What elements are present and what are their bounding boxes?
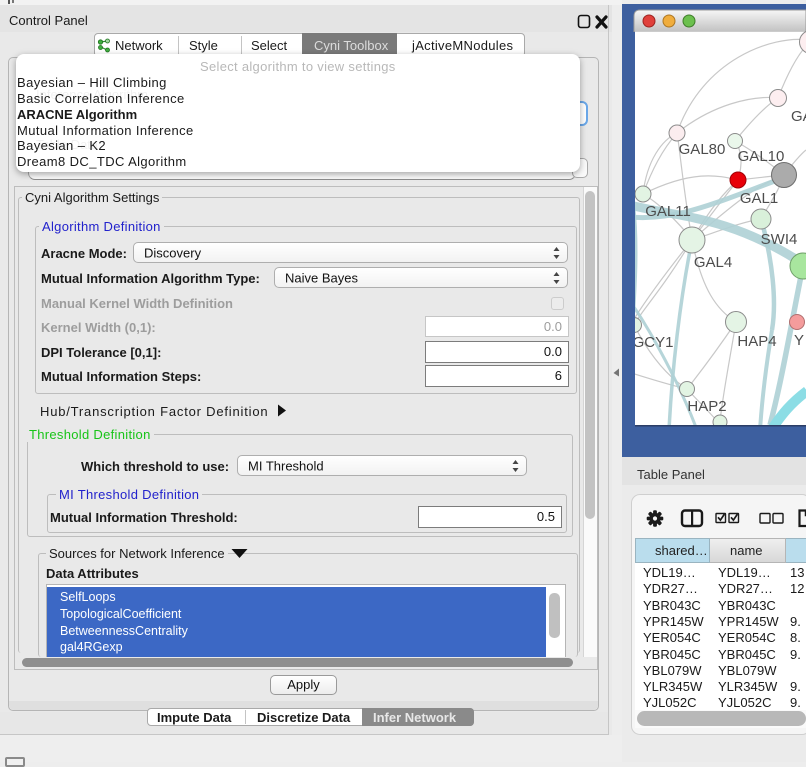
svg-text:GAL7: GAL7 [791,108,806,125]
svg-text:GAL1: GAL1 [740,190,778,207]
svg-text:GAL11: GAL11 [645,203,691,220]
svg-text:HAP4: HAP4 [737,333,776,350]
svg-text:GAL80: GAL80 [679,141,726,158]
svg-text:GAL10: GAL10 [738,148,785,165]
svg-text:Y: Y [794,332,804,349]
svg-text:SWI4: SWI4 [761,231,798,248]
svg-text:GCY1: GCY1 [633,334,674,351]
svg-text:GAL4: GAL4 [694,254,732,271]
svg-text:HAP2: HAP2 [687,398,726,415]
